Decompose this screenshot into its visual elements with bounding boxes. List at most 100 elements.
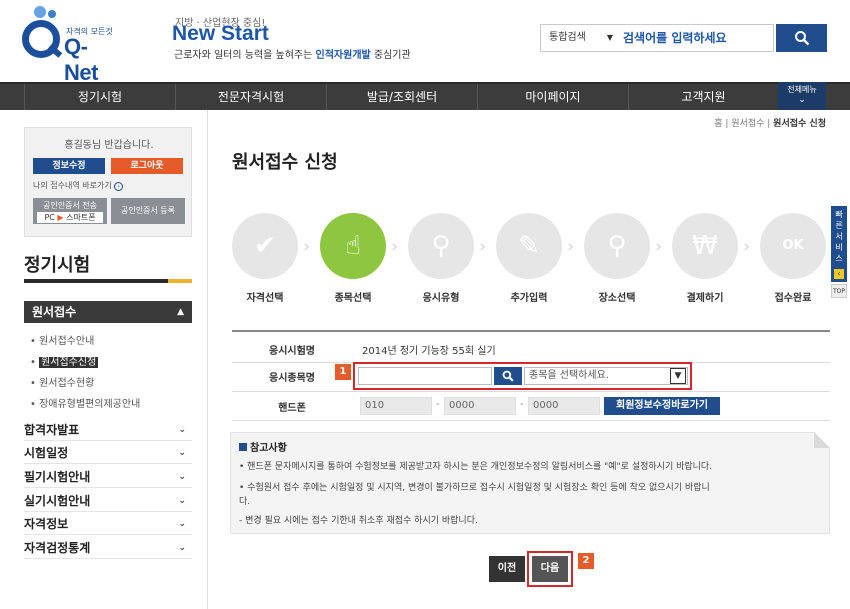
subject-input[interactable] — [358, 367, 492, 385]
step-arrow-icon: › — [479, 236, 487, 257]
phone-field-3[interactable]: 0000 — [528, 397, 600, 415]
sub-item-application-request[interactable]: • 원서접수신청 — [30, 353, 99, 368]
member-edit-button[interactable]: 회원정보수정바로가기 — [604, 397, 720, 415]
step-arrow-icon: › — [655, 236, 663, 257]
pencil-icon: ✎ — [518, 231, 540, 261]
phone-field-1[interactable]: 010 — [360, 397, 432, 415]
circle-arrow-icon: › — [114, 182, 124, 191]
breadcrumb-current: 원서접수 신청 — [773, 119, 826, 129]
slogan-title: New Start — [172, 22, 269, 45]
slogan-subtitle: 근로자와 일터의 능력을 높혀주는 인적자원개발 중심기관 — [174, 46, 411, 61]
sub-item-accessibility-guide[interactable]: • 장애유형별편의제공안내 — [30, 395, 140, 410]
all-menu-label: 전체메뉴 — [787, 85, 817, 94]
breadcrumb-home[interactable]: 홈 — [714, 119, 722, 129]
step-label: 장소선택 — [598, 293, 636, 304]
phone-field-2[interactable]: 0000 — [444, 397, 516, 415]
row-divider — [232, 420, 830, 421]
notice-line: • 핸드폰 문자메시지를 통하여 수험정보를 제공받고자 하시는 분은 개인정보… — [239, 462, 713, 472]
step-label: 종목선택 — [334, 293, 372, 304]
search-icon — [794, 31, 809, 46]
cert-register-button[interactable]: 공인인증서 등록 — [111, 198, 185, 224]
next-button[interactable]: 다음 — [532, 556, 568, 582]
sidebar-item-label: 자격정보 — [24, 517, 69, 531]
sidebar-item-qualification-info[interactable]: 자격정보 ⌄ — [24, 513, 192, 535]
chevron-left-icon: ‹ — [834, 269, 844, 279]
chevron-down-icon[interactable]: ▼ — [670, 368, 686, 384]
row-divider — [232, 391, 830, 392]
step-label: 결제하기 — [686, 293, 724, 304]
nav-issue-center[interactable]: 발급/조회센터 — [326, 84, 477, 110]
notice-line: • 수험원서 접수 후에는 시험일정 및 시지역, 변경이 불가하므로 접수시 … — [239, 483, 710, 493]
magnifier-icon: ⚲ — [431, 231, 451, 261]
arrow-right-icon: ▶ — [57, 213, 64, 222]
pc-label: PC — [44, 213, 55, 222]
form-top-border — [232, 330, 830, 332]
sidebar-item-label: 자격검정통계 — [24, 541, 91, 555]
search-button[interactable] — [776, 24, 827, 52]
exam-name-value: 2014년 정기 기능장 55회 실기 — [362, 346, 496, 357]
step-6-circle: ₩ — [672, 213, 738, 279]
subject-search-button[interactable] — [494, 367, 522, 385]
prev-button[interactable]: 이전 — [489, 556, 525, 582]
sub-item-application-status[interactable]: • 원서접수현황 — [30, 374, 94, 389]
sub-item-label: 원서접수안내 — [39, 336, 95, 347]
breadcrumb: 홈 | 원서접수 | 원서접수 신청 — [714, 119, 826, 129]
step-arrow-icon: › — [567, 236, 575, 257]
sidebar-item-schedule[interactable]: 시험일정 ⌄ — [24, 442, 192, 464]
phone-separator: - — [436, 399, 440, 410]
search-icon — [502, 370, 514, 382]
qnet-logo[interactable]: 자격의 모든것 Q-Net — [20, 6, 120, 85]
step-5-circle: ⚲ — [584, 213, 650, 279]
sidebar-item-application[interactable]: 원서접수 ▲ — [24, 301, 192, 323]
search-input[interactable]: 검색어를 입력하세요 — [623, 25, 773, 51]
sidebar-item-results[interactable]: 합격자발표 ⌄ — [24, 419, 192, 441]
chevron-down-icon: ⌄ — [178, 543, 186, 553]
chevron-down-icon: ▼ — [606, 33, 613, 42]
breadcrumb-level1[interactable]: 원서접수 — [731, 119, 764, 129]
slogan-sub-emphasis: 인적자원개발 — [315, 50, 371, 61]
step-4-circle: ✎ — [496, 213, 562, 279]
subject-select[interactable]: 종목을 선택하세요. — [524, 367, 688, 385]
quick-service-label: 빠른서비스 — [835, 210, 843, 263]
logout-button[interactable]: 로그아웃 — [111, 158, 183, 174]
step-arrow-icon: › — [743, 236, 751, 257]
sub-item-label: 원서접수현황 — [39, 378, 95, 389]
login-box: 홍길동님 반갑습니다. 정보수정 로그아웃 나의 접수내역 바로가기 › 공인인… — [24, 127, 192, 237]
cert-transfer-label: 공인인증서 전송 — [42, 201, 98, 210]
edit-info-button[interactable]: 정보수정 — [33, 158, 105, 174]
subject-label: 응시종목명 — [269, 373, 315, 384]
scroll-top-button[interactable]: TOP — [831, 284, 847, 298]
step-label: 추가입력 — [510, 293, 548, 304]
notice-line: - 변경 필요 시에는 접수 기한내 취소후 재접수 하시기 바랍니다. — [239, 516, 478, 526]
sidebar-item-label: 원서접수 — [32, 305, 77, 319]
logo-dot — [34, 6, 46, 18]
quick-service-tab[interactable]: 빠른서비스 ‹ — [831, 206, 847, 282]
my-apply-link[interactable]: 나의 접수내역 바로가기 › — [33, 180, 124, 191]
sidebar-title: 정기시험 — [24, 255, 91, 276]
sub-item-application-guide[interactable]: • 원서접수안내 — [30, 332, 94, 347]
phone-separator: - — [520, 399, 524, 410]
chevron-down-icon: ⌄ — [178, 448, 186, 458]
nav-regular-exam[interactable]: 정기시험 — [24, 84, 175, 110]
step-3-circle: ⚲ — [408, 213, 474, 279]
notice-title: 참고사항 — [239, 439, 287, 454]
chevron-down-icon: ⌄ — [178, 472, 186, 482]
notice-title-text: 참고사항 — [250, 443, 287, 454]
sidebar-item-practical-exam[interactable]: 실기시험안내 ⌄ — [24, 490, 192, 512]
my-apply-label: 나의 접수내역 바로가기 — [33, 181, 112, 190]
logo-dot — [48, 10, 56, 18]
all-menu-button[interactable]: 전체메뉴 ⌄ — [778, 82, 826, 110]
main-navigation: 정기시험 전문자격시험 발급/조회센터 마이페이지 고객지원 — [0, 82, 850, 110]
cert-transfer-devices: PC ▶ 스마트폰 — [37, 212, 103, 223]
step-arrow-icon: › — [391, 236, 399, 257]
nav-professional-exam[interactable]: 전문자격시험 — [175, 84, 326, 110]
sidebar: 홍길동님 반갑습니다. 정보수정 로그아웃 나의 접수내역 바로가기 › 공인인… — [0, 110, 208, 609]
search-scope-select[interactable]: 통합검색 ▼ — [541, 25, 619, 51]
nav-mypage[interactable]: 마이페이지 — [477, 84, 628, 110]
sidebar-item-written-exam[interactable]: 필기시험안내 ⌄ — [24, 466, 192, 488]
sidebar-item-statistics[interactable]: 자격검정통계 ⌄ — [24, 537, 192, 559]
cert-transfer-button[interactable]: 공인인증서 전송 PC ▶ 스마트폰 — [33, 198, 107, 224]
nav-customer-support[interactable]: 고객지원 — [628, 84, 778, 110]
subject-select-value: 종목을 선택하세요. — [529, 370, 609, 381]
step-badge-2: 2 — [578, 553, 594, 569]
